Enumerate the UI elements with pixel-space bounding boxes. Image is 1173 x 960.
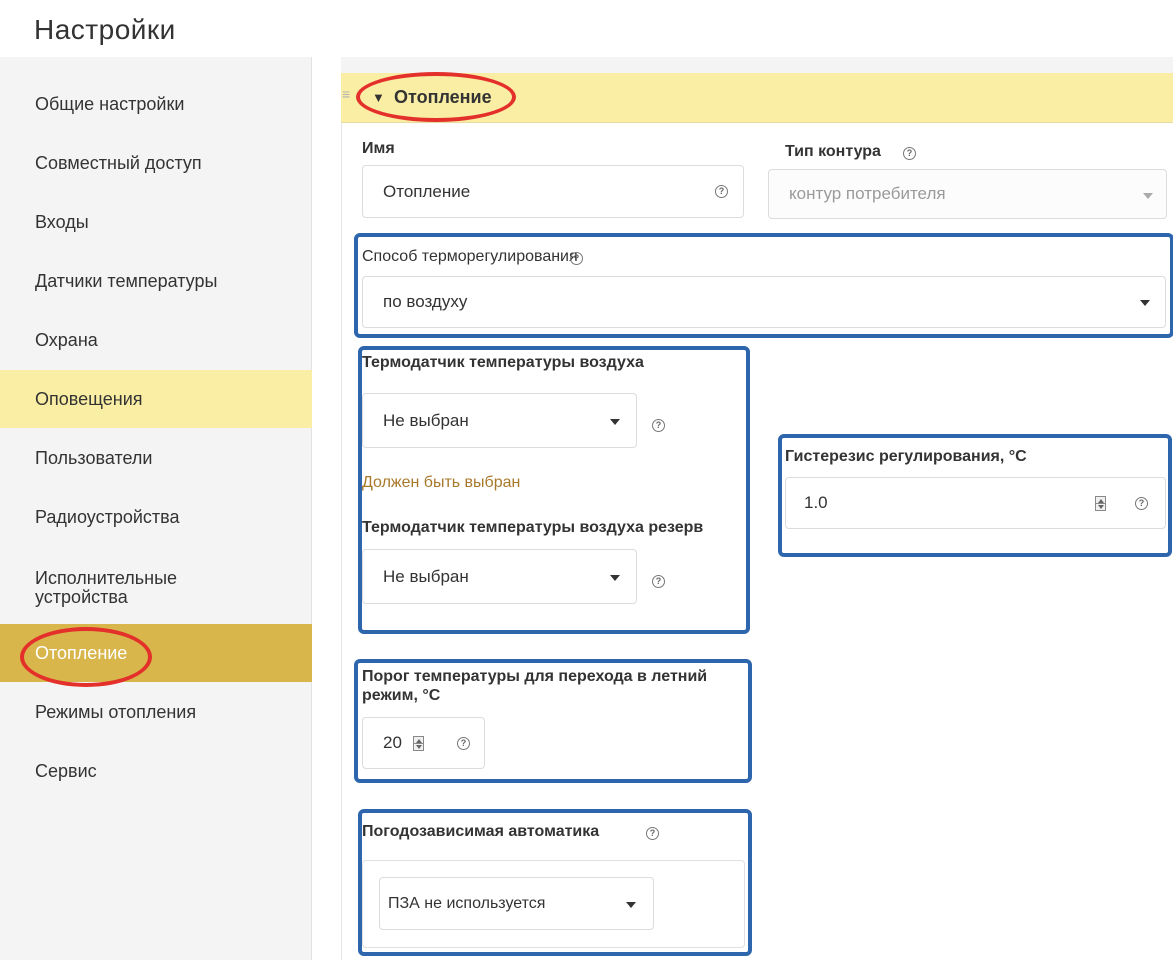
air-sensor-label: Термодатчик температуры воздуха: [362, 354, 644, 371]
panel-title: Отопление: [394, 87, 492, 107]
hysteresis-input[interactable]: 1.0 ?: [785, 477, 1166, 529]
air-sensor-reserve-value: Не выбран: [383, 566, 469, 586]
panel-header-heating[interactable]: ≡ ▼ Отопление: [341, 73, 1173, 123]
chevron-down-icon: [1143, 193, 1153, 199]
weather-automation-select[interactable]: ПЗА не используется: [379, 877, 654, 930]
summer-threshold-label-line2: режим, °C: [362, 687, 441, 704]
sidebar-item-actuators[interactable]: Исполнительные устройства: [0, 558, 312, 618]
chevron-down-icon: [1140, 300, 1150, 306]
caret-down-icon[interactable]: ▼: [372, 90, 385, 105]
summer-threshold-label: Порог температуры для перехода в летний …: [362, 667, 707, 705]
circuit-type-value: контур потребителя: [789, 184, 946, 203]
air-sensor-reserve-label: Термодатчик температуры воздуха резерв: [362, 519, 704, 536]
air-sensor-error: Должен быть выбран: [362, 474, 521, 491]
sidebar-item-temperature-sensors[interactable]: Датчики температуры: [0, 252, 312, 310]
air-sensor-select[interactable]: Не выбран: [362, 393, 637, 448]
sidebar-item-users[interactable]: Пользователи: [0, 429, 312, 487]
name-label: Имя: [362, 140, 395, 157]
help-icon[interactable]: ?: [646, 827, 659, 840]
weather-automation-label: Погодозависимая автоматика: [362, 823, 600, 840]
summer-threshold-value: 20: [383, 733, 402, 752]
circuit-type-select[interactable]: контур потребителя: [768, 169, 1167, 219]
chevron-down-icon: [610, 575, 620, 581]
air-sensor-reserve-select[interactable]: Не выбран: [362, 549, 637, 604]
weather-automation-value: ПЗА не используется: [388, 894, 546, 912]
sidebar: Общие настройки Совместный доступ Входы …: [0, 57, 312, 960]
help-icon[interactable]: ?: [457, 737, 470, 750]
chevron-down-icon: [626, 902, 636, 908]
page-title: Настройки: [34, 14, 176, 45]
name-input-value: Отопление: [383, 181, 471, 201]
sidebar-item-heating-modes[interactable]: Режимы отопления: [0, 683, 312, 741]
sidebar-item-heating[interactable]: Отопление: [0, 624, 312, 682]
help-icon[interactable]: ?: [570, 252, 583, 265]
sidebar-item-service[interactable]: Сервис: [0, 742, 312, 800]
help-icon[interactable]: ?: [903, 147, 916, 160]
chevron-down-icon: [610, 419, 620, 425]
help-icon[interactable]: ?: [1135, 497, 1148, 510]
thermoregulation-select[interactable]: по воздуху: [362, 276, 1166, 328]
name-input[interactable]: Отопление ?: [362, 165, 744, 218]
summer-threshold-input[interactable]: 20 ?: [362, 717, 485, 769]
sidebar-item-sharing[interactable]: Совместный доступ: [0, 134, 312, 192]
summer-threshold-label-line1: Порог температуры для перехода в летний: [362, 668, 708, 685]
sidebar-item-inputs[interactable]: Входы: [0, 193, 312, 251]
sidebar-item-notifications[interactable]: Оповещения: [0, 370, 312, 428]
sidebar-item-radio-devices[interactable]: Радиоустройства: [0, 488, 312, 546]
hysteresis-value: 1.0: [804, 493, 828, 512]
drag-handle-icon[interactable]: ≡: [342, 86, 350, 102]
circuit-type-label: Тип контура: [785, 143, 881, 160]
sidebar-item-security[interactable]: Охрана: [0, 311, 312, 369]
sidebar-item-general[interactable]: Общие настройки: [0, 75, 312, 133]
hysteresis-label: Гистерезис регулирования, °C: [785, 448, 1027, 465]
spinner-icon[interactable]: [1095, 496, 1106, 511]
spinner-icon[interactable]: [413, 736, 424, 751]
help-icon[interactable]: ?: [715, 185, 728, 198]
thermoregulation-label: Способ терморегулирования: [362, 248, 578, 265]
help-icon[interactable]: ?: [652, 419, 665, 432]
panel-top-strip: [341, 57, 1173, 73]
thermoregulation-value: по воздуху: [383, 292, 468, 311]
help-icon[interactable]: ?: [652, 575, 665, 588]
air-sensor-value: Не выбран: [383, 410, 469, 430]
panel-divider: [341, 123, 342, 960]
